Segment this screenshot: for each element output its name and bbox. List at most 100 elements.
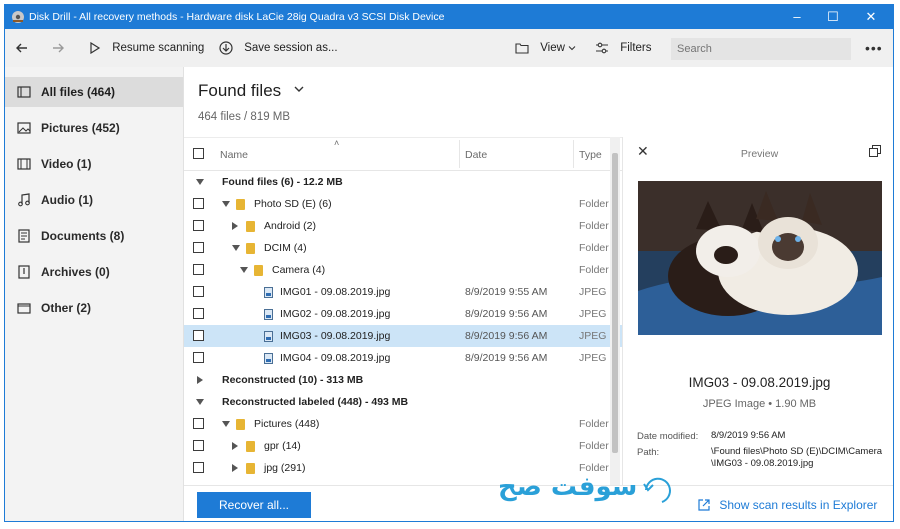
table-row[interactable]: IMG04 - 09.08.2019.jpg 8/9/2019 9:56 AM … [184, 347, 622, 369]
table-row[interactable]: gpr (14) Folder [184, 435, 622, 457]
row-checkbox[interactable] [193, 330, 204, 341]
column-divider[interactable] [459, 140, 460, 168]
table-row[interactable]: IMG02 - 09.08.2019.jpg 8/9/2019 9:56 AM … [184, 303, 622, 325]
row-type: Folder [579, 220, 609, 232]
row-checkbox[interactable] [193, 418, 204, 429]
row-checkbox[interactable] [193, 286, 204, 297]
recover-all-button[interactable]: Recover all... [197, 492, 311, 518]
sidebar-item-pictures[interactable]: Pictures (452) [5, 113, 183, 143]
sidebar-item-documents[interactable]: Documents (8) [5, 221, 183, 251]
resume-scanning-label: Resume scanning [112, 42, 205, 54]
chevron-down-icon[interactable] [294, 84, 304, 94]
row-name: Pictures (448) [254, 418, 320, 430]
column-divider[interactable] [573, 140, 574, 168]
folder-icon [236, 418, 245, 430]
column-header-type[interactable]: Type [579, 149, 602, 161]
preview-file-name: IMG03 - 09.08.2019.jpg [688, 375, 831, 390]
table-row[interactable]: Pictures (448) Folder [184, 413, 622, 435]
view-menu-button[interactable]: View [515, 39, 576, 57]
row-checkbox[interactable] [193, 462, 204, 473]
select-all-checkbox[interactable] [193, 148, 204, 159]
copy-icon[interactable] [869, 145, 881, 157]
save-session-button[interactable]: Save session as... [219, 39, 338, 57]
folder-view-icon [515, 43, 529, 54]
sidebar-item-label: Audio (1) [41, 193, 93, 207]
minimize-button[interactable]: – [779, 5, 815, 29]
row-date: 8/9/2019 9:56 AM [465, 308, 548, 320]
column-header-name[interactable]: Name [220, 149, 248, 161]
table-row[interactable]: Photo SD (E) (6) Folder [184, 193, 622, 215]
expand-toggle-icon[interactable] [240, 264, 248, 276]
sidebar: All files (464) Pictures (452) Video (1)… [5, 67, 184, 521]
expand-toggle-icon[interactable] [196, 396, 204, 408]
folder-icon [246, 440, 255, 452]
expand-toggle-icon[interactable] [232, 440, 238, 452]
row-checkbox[interactable] [193, 352, 204, 363]
row-checkbox[interactable] [193, 264, 204, 275]
column-header-date[interactable]: Date [465, 149, 487, 161]
table-row[interactable]: IMG01 - 09.08.2019.jpg 8/9/2019 9:55 AM … [184, 281, 622, 303]
sidebar-item-video[interactable]: Video (1) [5, 149, 183, 179]
play-icon [90, 41, 101, 54]
expand-toggle-icon[interactable] [197, 374, 203, 386]
back-arrow-icon [16, 43, 27, 53]
row-name: Photo SD (E) (6) [254, 198, 332, 210]
filters-button[interactable]: Filters [595, 39, 652, 57]
files-summary: 464 files / 819 MB [198, 111, 291, 123]
preview-panel: ✕ Preview IMG03 - 09.08.2019.jpg JPEG Im… [622, 137, 893, 485]
table-row-selected[interactable]: IMG03 - 09.08.2019.jpg 8/9/2019 9:56 AM … [184, 325, 622, 347]
show-scan-results-label: Show scan results in Explorer [719, 498, 878, 512]
table-row[interactable]: DCIM (4) Folder [184, 237, 622, 259]
expand-toggle-icon[interactable] [196, 176, 204, 188]
vertical-scrollbar[interactable] [610, 137, 620, 485]
row-name: IMG04 - 09.08.2019.jpg [280, 352, 391, 364]
other-icon [17, 303, 31, 314]
image-file-icon [264, 308, 273, 320]
row-checkbox[interactable] [193, 308, 204, 319]
view-label: View [540, 42, 565, 54]
download-icon [219, 41, 233, 55]
sidebar-item-audio[interactable]: Audio (1) [5, 185, 183, 215]
table-row[interactable]: Camera (4) Folder [184, 259, 622, 281]
row-name: Reconstructed labeled (448) - 493 MB [222, 396, 409, 408]
sidebar-item-label: Video (1) [41, 157, 92, 171]
row-checkbox[interactable] [193, 220, 204, 231]
group-row-reconstructed-labeled[interactable]: Reconstructed labeled (448) - 493 MB [184, 391, 622, 413]
expand-toggle-icon[interactable] [232, 462, 238, 474]
title-bar: Disk Drill - All recovery methods - Hard… [5, 5, 893, 29]
row-name: Camera (4) [272, 264, 326, 276]
chevron-down-icon [568, 46, 576, 51]
show-scan-results-link[interactable]: Show scan results in Explorer [698, 498, 877, 512]
row-name: IMG02 - 09.08.2019.jpg [280, 308, 391, 320]
preview-title: Preview [740, 148, 779, 160]
row-checkbox[interactable] [193, 242, 204, 253]
forward-arrow-icon [53, 43, 64, 53]
all-files-icon [17, 86, 31, 98]
expand-toggle-icon[interactable] [222, 198, 230, 210]
table-row[interactable]: jpg (291) Folder [184, 457, 622, 479]
row-checkbox[interactable] [193, 198, 204, 209]
sidebar-item-all-files[interactable]: All files (464) [5, 77, 183, 107]
sidebar-item-label: Other (2) [41, 301, 92, 315]
sidebar-item-archives[interactable]: Archives (0) [5, 257, 183, 287]
group-row-found-files[interactable]: Found files (6) - 12.2 MB [184, 171, 622, 193]
sidebar-item-other[interactable]: Other (2) [5, 293, 183, 323]
resume-scanning-button[interactable]: Resume scanning [89, 39, 204, 57]
back-button[interactable] [15, 39, 29, 57]
more-options-button[interactable]: ••• [865, 40, 883, 56]
expand-toggle-icon[interactable] [232, 220, 238, 232]
expand-toggle-icon[interactable] [222, 418, 230, 430]
forward-button[interactable] [51, 39, 65, 57]
expand-toggle-icon[interactable] [232, 242, 240, 254]
save-session-label: Save session as... [244, 42, 338, 54]
row-checkbox[interactable] [193, 440, 204, 451]
audio-icon [18, 193, 30, 207]
table-row[interactable]: Android (2) Folder [184, 215, 622, 237]
vertical-scrollbar-thumb[interactable] [612, 153, 618, 453]
group-row-reconstructed[interactable]: Reconstructed (10) - 313 MB [184, 369, 622, 391]
maximize-button[interactable]: ☐ [815, 5, 851, 29]
folder-icon [246, 462, 255, 474]
row-name: Reconstructed (10) - 313 MB [222, 374, 364, 386]
search-input[interactable] [671, 38, 851, 60]
close-window-button[interactable]: ✕ [853, 5, 889, 29]
